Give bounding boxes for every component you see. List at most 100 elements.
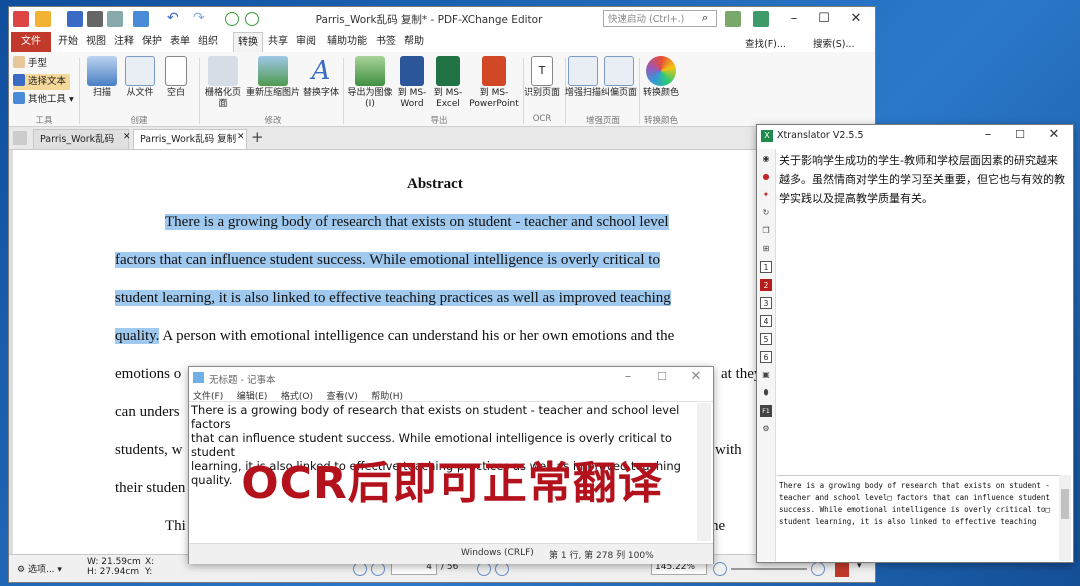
page-line: quality. A person with emotional intelli…	[115, 328, 675, 344]
menu-home[interactable]: 开始	[55, 32, 81, 52]
save-icon[interactable]	[67, 11, 83, 27]
rasterize-page-button[interactable]: 栅格化页面	[201, 56, 245, 110]
back-icon[interactable]	[225, 12, 239, 26]
close-button[interactable]: ✕	[841, 10, 871, 28]
engine-6-button[interactable]: 6	[760, 351, 772, 363]
to-word-button[interactable]: 到 MS- Word	[397, 56, 427, 110]
pin-icon[interactable]: ✦	[760, 189, 772, 201]
engine-1-button[interactable]: 1	[760, 261, 772, 273]
menu-forms[interactable]: 表单	[167, 32, 193, 52]
settings-icon[interactable]	[725, 11, 741, 27]
image-icon	[258, 56, 288, 86]
tab-document-2[interactable]: Parris_Work乱码 复制 *	[133, 129, 247, 165]
search-icon[interactable]: ⌕	[702, 11, 708, 25]
select-text-tool[interactable]: 选择文本	[13, 74, 71, 90]
new-tab-icon[interactable]: +	[251, 128, 264, 146]
notepad-scrollbar[interactable]	[697, 403, 711, 541]
deskew-page-button[interactable]: 纠偏页面	[601, 56, 637, 99]
tab-document-1[interactable]: Parris_Work乱码	[33, 129, 129, 149]
engine-4-button[interactable]: 4	[760, 315, 772, 327]
to-powerpoint-button[interactable]: 到 MS- PowerPoint	[467, 56, 521, 110]
to-excel-button[interactable]: 到 MS- Excel	[433, 56, 463, 110]
xt-close-button[interactable]: ✕	[1039, 126, 1069, 144]
xt-maximize-button[interactable]: ☐	[1005, 126, 1035, 144]
minimize-button[interactable]: –	[779, 10, 809, 28]
notepad-title: 无标题 - 记事本	[209, 375, 276, 386]
maximize-button[interactable]: ☐	[809, 10, 839, 28]
engine-5-button[interactable]: 5	[760, 333, 772, 345]
prev-page-icon[interactable]	[371, 562, 385, 576]
notepad-minimize-button[interactable]: –	[613, 368, 643, 386]
next-page-icon[interactable]	[477, 562, 491, 576]
find-button[interactable]: 查找(F)...	[745, 36, 786, 50]
settings-gear-icon[interactable]: ⚙	[760, 423, 772, 435]
print-icon[interactable]	[87, 11, 103, 27]
scan-button[interactable]: 扫描	[83, 56, 121, 99]
search-button[interactable]: 搜索(S)...	[813, 36, 855, 50]
menu-share[interactable]: 共享	[265, 32, 291, 52]
zoom-out-icon[interactable]	[713, 562, 727, 576]
hand-tool[interactable]: 手型	[13, 56, 47, 72]
forward-icon[interactable]	[245, 12, 259, 26]
replace-fonts-button[interactable]: A 替换字体	[299, 56, 343, 99]
export-image-button[interactable]: 导出为图像(I)	[343, 56, 397, 110]
add-icon[interactable]: ⊞	[760, 243, 772, 255]
enhance-scan-button[interactable]: 增强扫描	[565, 56, 601, 99]
menu-view[interactable]: 视图	[83, 32, 109, 52]
pdf-icon	[835, 561, 849, 577]
engine-2-button[interactable]: 2	[760, 279, 772, 291]
copy-icon[interactable]: ❐	[760, 225, 772, 237]
recompress-images-button[interactable]: 重新压缩图片	[245, 56, 301, 99]
from-file-button[interactable]: 从文件	[121, 56, 159, 99]
menu-help[interactable]: 帮助	[401, 32, 427, 52]
open-folder-icon[interactable]	[35, 11, 51, 27]
source-text[interactable]: There is a growing body of research that…	[777, 475, 1059, 561]
engine-3-button[interactable]: 3	[760, 297, 772, 309]
menu-file[interactable]: 文件	[11, 32, 51, 52]
quick-launch-input[interactable]: 快速启动 (Ctrl+.)	[603, 10, 717, 27]
source-scrollbar[interactable]	[1059, 475, 1071, 561]
email-icon[interactable]	[107, 11, 123, 27]
menu-bookmarks[interactable]: 书签	[373, 32, 399, 52]
redo-icon[interactable]: ↷	[193, 10, 205, 26]
menu-accessibility[interactable]: 辅助功能	[323, 32, 371, 52]
cloud-icon[interactable]	[133, 11, 149, 27]
undo-icon[interactable]: ↶	[167, 10, 179, 26]
mouse-icon[interactable]: ⬮	[760, 387, 772, 399]
deskew-icon	[604, 56, 634, 86]
blank-button[interactable]: 空白	[159, 56, 193, 99]
first-page-icon[interactable]	[353, 562, 367, 576]
options-button[interactable]: ⚙ 选项... ▾	[17, 562, 62, 575]
menu-convert[interactable]: 转换	[233, 32, 263, 52]
rotate-icon[interactable]: ↻	[760, 207, 772, 219]
screenshot-icon[interactable]: ▣	[760, 369, 772, 381]
ribbon-toolbar: 手型 选择文本 其他工具 ▾ 工具 扫描 从文件 空白 创建 栅格化页面 重新压…	[9, 52, 875, 127]
eye-icon[interactable]: ◉	[760, 153, 772, 165]
other-tools[interactable]: 其他工具 ▾	[13, 92, 74, 108]
menu-organize[interactable]: 组织	[195, 32, 221, 52]
menu-comment[interactable]: 注释	[111, 32, 137, 52]
notepad-close-button[interactable]: ✕	[681, 368, 711, 386]
close-tab-icon[interactable]: ✕	[237, 132, 245, 142]
f1-help-icon[interactable]: F1	[760, 405, 772, 417]
zoom-slider[interactable]	[731, 568, 807, 570]
page-line: There is a growing body of research that…	[165, 214, 669, 230]
ocr-page-button[interactable]: T 识别页面	[523, 56, 561, 99]
fullscreen-icon[interactable]	[753, 11, 769, 27]
page-line: with	[715, 442, 742, 458]
notepad-maximize-button[interactable]: ☐	[647, 368, 677, 386]
xtranslator-title: Xtranslator V2.5.5	[777, 130, 864, 141]
menu-icon[interactable]	[13, 131, 27, 145]
divider	[189, 401, 713, 402]
menu-protect[interactable]: 保护	[139, 32, 165, 52]
page-line: students, w	[115, 442, 183, 458]
last-page-icon[interactable]	[495, 562, 509, 576]
scroll-thumb[interactable]	[1061, 489, 1069, 519]
zoom-in-icon[interactable]	[811, 562, 825, 576]
close-tab-icon[interactable]: ✕	[123, 132, 131, 142]
menu-review[interactable]: 审阅	[293, 32, 319, 52]
page-gutter	[9, 150, 13, 554]
xt-minimize-button[interactable]: –	[973, 126, 1003, 144]
convert-colors-button[interactable]: 转换颜色	[641, 56, 681, 99]
toggle-icon[interactable]: ●	[760, 171, 772, 183]
